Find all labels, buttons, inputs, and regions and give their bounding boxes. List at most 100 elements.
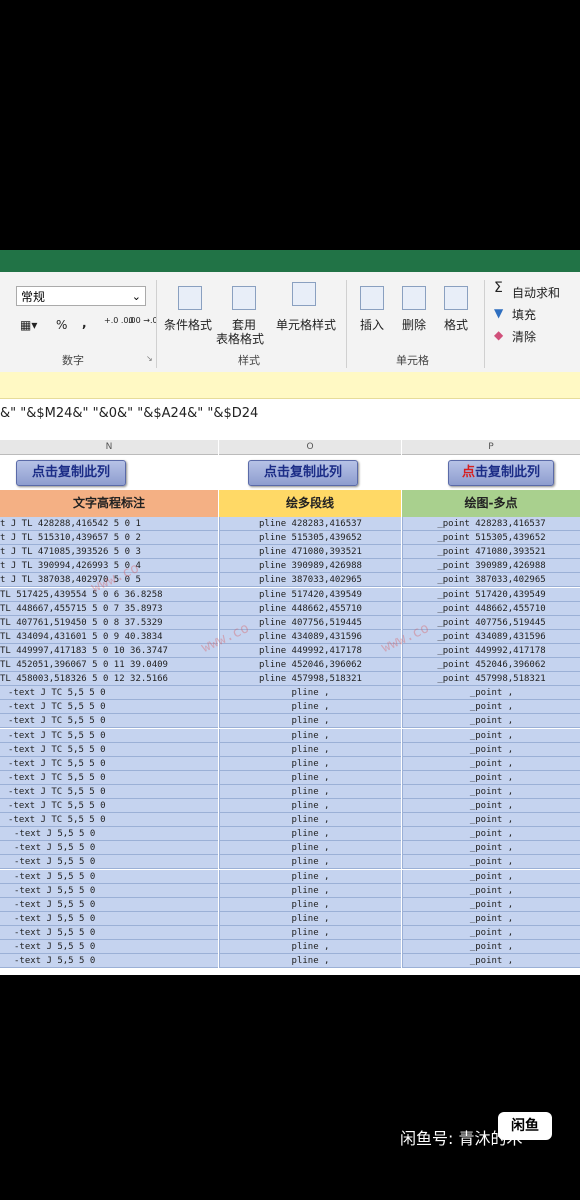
fill-button[interactable]: 填充 (512, 306, 536, 323)
cell-p[interactable]: _point , (402, 925, 580, 940)
format-button[interactable]: 格式 (444, 316, 468, 333)
cell-o[interactable]: pline 428283,416537 (219, 517, 401, 531)
currency-icon[interactable]: ▦▾ (20, 318, 37, 332)
cell-p[interactable]: _point , (402, 827, 580, 842)
cell-n[interactable]: -text J TC 5,5 5 0 (0, 756, 218, 771)
copy-column-o-button[interactable]: 点击复制此列 (248, 460, 358, 486)
cell-p[interactable]: _point , (402, 756, 580, 771)
cell-o[interactable]: pline , (219, 897, 401, 912)
cell-p[interactable]: _point 471080,393521 (402, 545, 580, 560)
cell-p[interactable]: _point 449992,417178 (402, 643, 580, 658)
cell-p[interactable]: _point , (402, 841, 580, 856)
cell-p[interactable]: _point 452046,396062 (402, 658, 580, 672)
cell-o[interactable]: pline , (219, 756, 401, 771)
cell-o[interactable]: pline 457998,518321 (219, 672, 401, 687)
cell-n[interactable]: TL 407761,519450 5 0 8 37.5329 (0, 615, 218, 630)
cell-p[interactable]: _point , (402, 911, 580, 926)
cell-o[interactable]: pline , (219, 855, 401, 870)
cell-n[interactable]: -text J TC 5,5 5 0 (0, 686, 218, 701)
cell-o[interactable]: pline , (219, 925, 401, 940)
cell-o[interactable]: pline , (219, 940, 401, 954)
cell-o[interactable]: pline , (219, 869, 401, 884)
cell-p[interactable]: _point 457998,518321 (402, 672, 580, 687)
cell-p[interactable]: _point 448662,455710 (402, 601, 580, 616)
cell-n[interactable]: -text J TC 5,5 5 0 (0, 728, 218, 743)
cell-n[interactable]: -text J TC 5,5 5 0 (0, 813, 218, 828)
cell-o[interactable]: pline 452046,396062 (219, 658, 401, 672)
cell-p[interactable]: _point 515305,439652 (402, 531, 580, 546)
cell-n[interactable]: TL 452051,396067 5 0 11 39.0409 (0, 658, 218, 672)
cell-p[interactable]: _point 390989,426988 (402, 559, 580, 574)
cell-p[interactable]: _point , (402, 855, 580, 870)
cell-n[interactable]: t J TL 471085,393526 5 0 3 (0, 545, 218, 560)
cell-n[interactable]: -text J 5,5 5 0 (0, 954, 218, 969)
cell-o[interactable]: pline , (219, 954, 401, 969)
cell-o[interactable]: pline , (219, 911, 401, 926)
cell-n[interactable]: -text J TC 5,5 5 0 (0, 700, 218, 715)
cell-o[interactable]: pline 471080,393521 (219, 545, 401, 560)
column-header-n[interactable]: N (0, 440, 218, 455)
cell-n[interactable]: TL 449997,417183 5 0 10 36.3747 (0, 643, 218, 658)
cell-p[interactable]: _point , (402, 813, 580, 828)
cell-o[interactable]: pline , (219, 700, 401, 715)
insert-button[interactable]: 插入 (360, 316, 384, 333)
cell-o[interactable]: pline , (219, 770, 401, 785)
cell-n[interactable]: -text J 5,5 5 0 (0, 940, 218, 954)
cell-n[interactable]: -text J TC 5,5 5 0 (0, 784, 218, 799)
cell-n[interactable]: TL 448667,455715 5 0 7 35.8973 (0, 601, 218, 616)
formula-bar-text[interactable]: &" "&$M24&" "&0&" "&$A24&" "&$D24 (0, 406, 258, 421)
cell-n[interactable]: -text J 5,5 5 0 (0, 869, 218, 884)
cell-o[interactable]: pline , (219, 728, 401, 743)
cell-n[interactable]: -text J 5,5 5 0 (0, 855, 218, 870)
cell-o[interactable]: pline , (219, 813, 401, 828)
cell-p[interactable]: _point , (402, 742, 580, 757)
cell-o[interactable]: pline 517420,439549 (219, 587, 401, 602)
cell-style-button[interactable]: 单元格样式 (276, 316, 336, 333)
cell-n[interactable]: TL 434094,431601 5 0 9 40.3834 (0, 629, 218, 644)
cell-p[interactable]: _point 517420,439549 (402, 587, 580, 602)
cell-o[interactable]: pline , (219, 686, 401, 701)
comma-button[interactable]: , (82, 316, 87, 330)
cell-o[interactable]: pline , (219, 883, 401, 898)
cell-o[interactable]: pline , (219, 742, 401, 757)
cell-p[interactable]: _point , (402, 940, 580, 954)
cell-p[interactable]: _point , (402, 883, 580, 898)
cell-p[interactable]: _point , (402, 869, 580, 884)
table-format-button[interactable]: 表格格式 (216, 330, 264, 347)
cell-p[interactable]: _point , (402, 954, 580, 969)
cell-n[interactable]: -text J 5,5 5 0 (0, 827, 218, 842)
cell-n[interactable]: -text J TC 5,5 5 0 (0, 742, 218, 757)
cell-p[interactable]: _point , (402, 799, 580, 813)
cell-p[interactable]: _point , (402, 770, 580, 785)
cell-n[interactable]: -text J 5,5 5 0 (0, 897, 218, 912)
cell-n[interactable]: -text J 5,5 5 0 (0, 925, 218, 940)
cell-n[interactable]: t J TL 428288,416542 5 0 1 (0, 517, 218, 531)
cell-o[interactable]: pline 387033,402965 (219, 573, 401, 588)
cell-o[interactable]: pline 390989,426988 (219, 559, 401, 574)
cell-n[interactable]: -text J 5,5 5 0 (0, 911, 218, 926)
cell-n[interactable]: -text J 5,5 5 0 (0, 841, 218, 856)
cell-o[interactable]: pline 515305,439652 (219, 531, 401, 546)
cell-n[interactable]: -text J 5,5 5 0 (0, 883, 218, 898)
decrease-decimal-button[interactable]: .00 →.0 (128, 316, 158, 325)
clear-button[interactable]: 清除 (512, 328, 536, 345)
cell-n[interactable]: -text J TC 5,5 5 0 (0, 714, 218, 729)
delete-button[interactable]: 删除 (402, 316, 426, 333)
cell-o[interactable]: pline , (219, 827, 401, 842)
percent-button[interactable]: % (56, 318, 67, 332)
cell-o[interactable]: pline , (219, 714, 401, 729)
cell-p[interactable]: _point , (402, 784, 580, 799)
copy-column-n-button[interactable]: 点击复制此列 (16, 460, 126, 486)
cell-n[interactable]: t J TL 515310,439657 5 0 2 (0, 531, 218, 546)
cell-n[interactable]: -text J TC 5,5 5 0 (0, 770, 218, 785)
cell-n[interactable]: TL 458003,518326 5 0 12 32.5166 (0, 672, 218, 687)
cell-p[interactable]: _point , (402, 700, 580, 715)
cell-o[interactable]: pline , (219, 841, 401, 856)
cell-n[interactable]: -text J TC 5,5 5 0 (0, 799, 218, 813)
cell-p[interactable]: _point , (402, 728, 580, 743)
column-header-p[interactable]: P (402, 440, 580, 455)
copy-column-p-button[interactable]: 点击复制此列 (448, 460, 554, 486)
cell-p[interactable]: _point 387033,402965 (402, 573, 580, 588)
column-header-o[interactable]: O (219, 440, 401, 455)
number-format-dropdown[interactable]: 常规 ⌄ (16, 286, 146, 306)
